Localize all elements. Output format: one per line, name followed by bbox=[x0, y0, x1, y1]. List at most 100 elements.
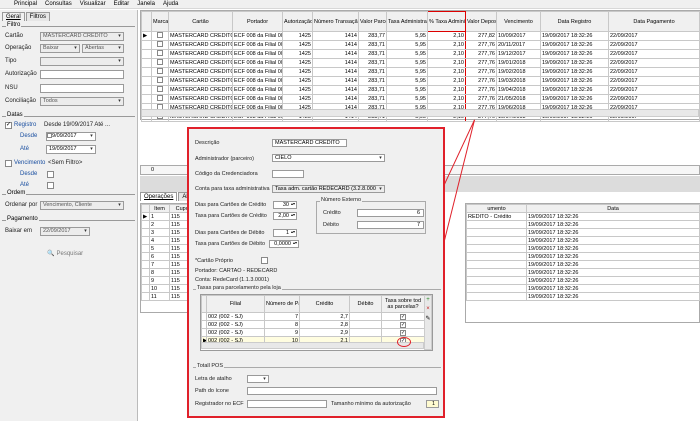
menu-item-2[interactable]: Visualizar bbox=[80, 1, 106, 7]
conta-select[interactable]: Taxa adm. cartão REDECARD (3.2.8.000 ▾ bbox=[272, 185, 385, 193]
col-header[interactable]: Autorização bbox=[282, 11, 313, 32]
desde-checkbox[interactable] bbox=[47, 133, 52, 138]
col-header[interactable]: Valor Depositado bbox=[465, 11, 497, 32]
marcar-checkbox[interactable] bbox=[157, 50, 163, 56]
pesquisar-button[interactable]: 🔍 Pesquisar bbox=[47, 250, 83, 258]
marcar-cell[interactable] bbox=[151, 76, 169, 86]
venc-desde-checkbox[interactable] bbox=[47, 171, 54, 178]
spin-icon[interactable]: ▴▾ bbox=[290, 230, 296, 236]
table-row[interactable]: 19/09/2017 18:32:26 bbox=[466, 220, 700, 229]
table-row[interactable]: MASTERCARD CREDITO ECF 008 da Filial 00 14… bbox=[141, 76, 700, 86]
col-header[interactable]: Taxa Administradora bbox=[386, 11, 428, 32]
table-row[interactable]: MASTERCARD CREDITO ECF 008 da Filial 00 14… bbox=[141, 85, 700, 95]
operacao-status-select[interactable]: Abertas ▾ bbox=[82, 44, 124, 53]
edit-icon[interactable]: ✎ bbox=[425, 315, 430, 322]
taxa-credito-stepper[interactable]: 2,00 ▴▾ bbox=[273, 212, 297, 220]
table-row[interactable]: 19/09/2017 18:32:26 bbox=[466, 284, 700, 293]
table-row[interactable]: 19/09/2017 18:32:26 bbox=[466, 276, 700, 285]
col-header[interactable]: Data Pagamento bbox=[608, 11, 700, 32]
col-header[interactable]: Portador bbox=[232, 11, 283, 32]
tab-filtros[interactable]: Filtros bbox=[25, 12, 51, 21]
col-header[interactable]: Valor Parcela bbox=[358, 11, 387, 32]
path-field[interactable] bbox=[247, 387, 437, 395]
col-debito[interactable]: Débito bbox=[349, 295, 382, 313]
taxa-todas-cell[interactable]: ✓ bbox=[381, 320, 425, 329]
table-row[interactable]: 19/09/2017 18:32:26 bbox=[466, 268, 700, 277]
taxa-todas-cell[interactable]: ✓ bbox=[381, 312, 425, 321]
autorizacao-field[interactable] bbox=[40, 70, 124, 79]
col-header[interactable]: Cartão bbox=[168, 11, 233, 32]
marcar-checkbox[interactable] bbox=[157, 68, 163, 74]
col-filial[interactable]: Filial bbox=[206, 295, 265, 313]
marcar-cell[interactable] bbox=[151, 49, 169, 59]
marcar-checkbox[interactable] bbox=[157, 32, 163, 38]
taxa-todas-cell[interactable]: ✓ bbox=[381, 328, 425, 337]
venc-ate-checkbox[interactable] bbox=[47, 182, 54, 189]
table-row[interactable]: 002 (002 - SJ) 8 2,8 ✓ bbox=[201, 320, 425, 329]
cartao-proprio-checkbox[interactable] bbox=[261, 257, 268, 264]
marcar-cell[interactable] bbox=[151, 85, 169, 95]
tipo-select[interactable]: ▾ bbox=[40, 57, 124, 66]
table-row[interactable]: 19/09/2017 18:32:26 bbox=[466, 244, 700, 253]
dias-debito-stepper[interactable]: 1 ▴▾ bbox=[273, 229, 297, 237]
table-row[interactable]: 002 (002 - SJ) 7 2,7 ✓ bbox=[201, 312, 425, 321]
table-row[interactable]: MASTERCARD CREDITO ECF 008 da Filial 00 14… bbox=[141, 40, 700, 50]
marcar-checkbox[interactable] bbox=[157, 77, 163, 83]
marcar-cell[interactable] bbox=[151, 40, 169, 50]
table-row[interactable]: 19/09/2017 18:32:26 bbox=[466, 292, 700, 301]
table-row[interactable]: MASTERCARD CREDITO ECF 008 da Filial 00 14… bbox=[141, 49, 700, 59]
marcar-checkbox[interactable] bbox=[157, 41, 163, 47]
col-numero-parcela[interactable]: Número de Parcela bbox=[264, 295, 300, 313]
table-row[interactable]: 19/09/2017 18:32:26 bbox=[466, 228, 700, 237]
debito-field[interactable]: 7 bbox=[357, 221, 424, 229]
marcar-cell[interactable] bbox=[151, 94, 169, 104]
menu-item-1[interactable]: Consultas bbox=[45, 1, 72, 7]
spin-icon[interactable]: ▴▾ bbox=[290, 213, 296, 219]
taxa-todas-checkbox[interactable]: ✓ bbox=[400, 329, 406, 336]
ordenar-select[interactable]: Vencimento, Cliente ▾ bbox=[40, 201, 124, 210]
conciliacao-select[interactable]: Todos ▾ bbox=[40, 97, 124, 106]
remove-icon[interactable]: × bbox=[426, 306, 430, 312]
menu-item-5[interactable]: Ajuda bbox=[163, 1, 178, 7]
marcar-cell[interactable] bbox=[151, 58, 169, 68]
marcar-cell[interactable] bbox=[151, 31, 169, 41]
table-row[interactable]: 19/09/2017 18:32:26 bbox=[466, 236, 700, 245]
taxa-debito-stepper[interactable]: 0,0000 ▴▾ bbox=[269, 240, 299, 248]
vencimento-checkbox[interactable] bbox=[5, 160, 12, 167]
credito-field[interactable]: 6 bbox=[357, 209, 424, 217]
table-row[interactable]: 19/09/2017 18:32:26 bbox=[466, 260, 700, 269]
table-row[interactable]: MASTERCARD CREDITO ECF 008 da Filial 00 14… bbox=[141, 94, 700, 104]
codigo-field[interactable] bbox=[272, 170, 304, 178]
col-header[interactable]: Número Transação (NSU) bbox=[312, 11, 359, 32]
table-row[interactable]: REDITO - Crédito 19/09/2017 18:32:26 bbox=[466, 212, 700, 221]
table-row[interactable]: 002 (002 - SJ) 9 2,9 ✓ bbox=[201, 328, 425, 337]
horizontal-scrollbar[interactable] bbox=[201, 342, 424, 349]
cartao-select[interactable]: MASTERCARD CREDITO ▾ bbox=[40, 32, 124, 41]
descricao-field[interactable]: MASTERCARD CREDITO bbox=[272, 139, 347, 147]
col-header[interactable]: Marcar bbox=[151, 11, 169, 32]
marcar-checkbox[interactable] bbox=[157, 59, 163, 65]
spin-icon[interactable]: ▴▾ bbox=[292, 241, 298, 247]
menu-item-4[interactable]: Janela bbox=[137, 1, 155, 7]
marcar-checkbox[interactable] bbox=[157, 95, 163, 101]
tamanho-field[interactable]: 1 bbox=[426, 400, 439, 408]
dias-credito-stepper[interactable]: 30 ▴▾ bbox=[273, 201, 297, 209]
desde-date-field[interactable]: 19/09/2017 ▾ bbox=[46, 132, 96, 141]
taxa-todas-checkbox[interactable]: ✓ bbox=[400, 321, 406, 328]
menu-item-3[interactable]: Editar bbox=[114, 1, 130, 7]
table-row[interactable]: MASTERCARD CREDITO ECF 008 da Filial 00 14… bbox=[141, 58, 700, 68]
baixar-date-field[interactable]: 22/09/2017 ▾ bbox=[40, 227, 90, 236]
administrador-select[interactable]: CIELO ▾ bbox=[272, 154, 385, 162]
taxa-todas-checkbox[interactable]: ✓ bbox=[400, 313, 406, 320]
table-row[interactable]: MASTERCARD CREDITO ECF 008 da Filial 00 14… bbox=[141, 67, 700, 77]
col-data[interactable]: Data bbox=[526, 204, 700, 213]
table-row[interactable]: 19/09/2017 18:32:26 bbox=[466, 252, 700, 261]
letra-select[interactable]: ▾ bbox=[247, 375, 269, 383]
col-header[interactable]: Data Registro bbox=[540, 11, 609, 32]
ate-date-field[interactable]: 19/09/2017 ▾ bbox=[46, 145, 96, 154]
marcar-cell[interactable] bbox=[151, 67, 169, 77]
nsu-field[interactable] bbox=[40, 84, 124, 93]
add-icon[interactable]: + bbox=[426, 297, 430, 303]
operacao-select[interactable]: Baixar ▾ bbox=[40, 44, 80, 53]
col-header[interactable]: % Taxa Administradora bbox=[427, 11, 466, 32]
